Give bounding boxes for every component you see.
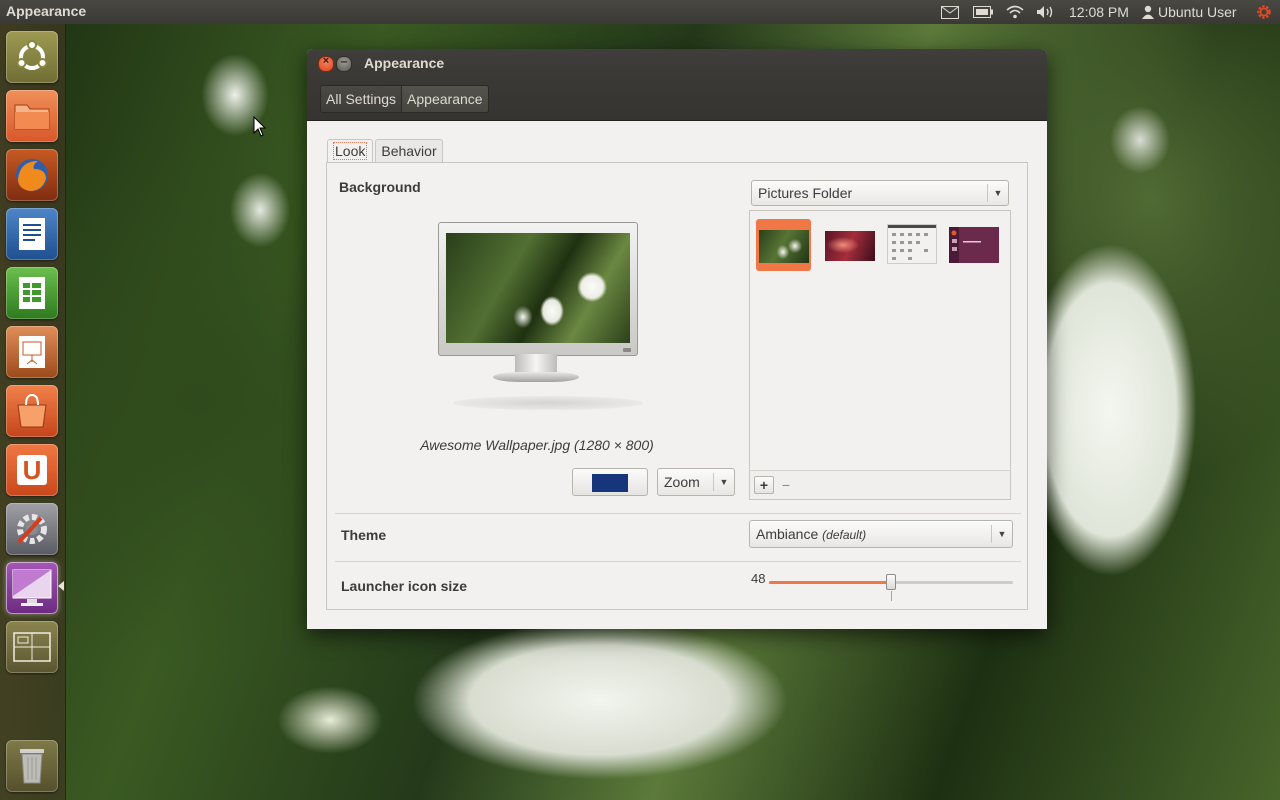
placement-value: Zoom [664,474,700,490]
theme-combo[interactable]: Ambiance (default) ▼ [749,520,1013,548]
files-icon[interactable] [6,90,58,142]
wallpaper-thumb[interactable] [881,219,937,271]
user-icon [1142,5,1154,19]
close-button[interactable]: × [318,55,334,72]
minimize-button[interactable]: – [336,54,352,72]
background-color-button[interactable] [572,468,648,496]
wallpaper-preview-monitor [438,222,638,356]
tab-behavior[interactable]: Behavior [375,139,443,162]
settings-toolbar: All Settings Appearance [307,77,1047,121]
window-titlebar[interactable]: × – Appearance [307,49,1047,77]
add-wallpaper-button[interactable]: + [754,476,774,494]
slider-handle[interactable] [886,574,896,590]
background-source-combo[interactable]: Pictures Folder ▼ [751,180,1009,206]
color-swatch [592,474,628,492]
remove-wallpaper-button[interactable]: − [776,476,796,494]
chevron-down-icon: ▼ [991,525,1012,543]
user-menu[interactable]: Ubuntu User [1142,3,1237,21]
close-icon: × [322,55,330,67]
top-panel: Appearance 12:08 PM Ubuntu User [0,0,1280,24]
wallpaper-list-toolbar: + − [750,470,1010,499]
appearance-icon[interactable] [6,562,58,614]
mouse-pointer-icon [253,116,267,137]
monitor-shadow [453,396,643,410]
chevron-down-icon: ▼ [713,473,734,491]
firefox-icon[interactable] [6,149,58,201]
wallpaper-thumb[interactable] [943,219,999,271]
session-gear-icon[interactable] [1253,3,1275,21]
background-source-value: Pictures Folder [758,185,853,201]
slider-fill [769,581,891,584]
separator [335,561,1021,562]
wallpaper-thumb-selected[interactable] [756,219,811,271]
launcher-icon-size-label: Launcher icon size [341,578,468,594]
launcher-icon-size-slider[interactable] [769,574,1013,601]
workspace-switcher-icon[interactable] [6,621,58,673]
breadcrumb: All Settings Appearance [320,85,489,113]
wallpaper-caption: Awesome Wallpaper.jpg (1280 × 800) [420,437,654,453]
clock[interactable]: 12:08 PM [1069,3,1129,21]
active-app-arrow [58,581,64,591]
ubuntu-logo-icon[interactable] [6,31,58,83]
volume-icon[interactable] [1035,3,1057,21]
impress-icon[interactable] [6,326,58,378]
launcher-icon-size-value: 48 [751,571,766,586]
wallpaper-thumb[interactable] [819,219,875,271]
wallpaper-preview [446,233,630,343]
appearance-window: × – Appearance All Settings Appearance L… [307,49,1047,629]
placement-combo[interactable]: Zoom ▼ [657,468,735,496]
minimize-icon: – [340,54,348,68]
calc-icon[interactable] [6,267,58,319]
user-name: Ubuntu User [1158,4,1237,20]
wifi-icon[interactable] [1004,3,1026,21]
monitor-led [623,348,631,352]
mail-icon[interactable] [940,3,960,21]
monitor-stand [493,354,579,390]
wallpaper-list[interactable]: + − [749,210,1011,500]
system-settings-icon[interactable] [6,503,58,555]
background-label: Background [339,179,421,195]
window-title: Appearance [364,55,445,71]
breadcrumb-appearance[interactable]: Appearance [402,86,488,112]
separator [335,513,1021,514]
chevron-down-icon: ▼ [987,184,1008,202]
look-panel: Background Pictures Folder ▼ Awesome Wal… [326,162,1028,610]
theme-value: Ambiance (default) [756,526,867,542]
trash-icon[interactable] [6,740,58,792]
breadcrumb-all-settings[interactable]: All Settings [321,86,403,112]
active-app-title: Appearance [6,3,87,19]
tab-bar: Look Behavior [327,139,445,163]
slider-tick [891,591,892,601]
tab-look[interactable]: Look [327,139,374,163]
battery-icon[interactable] [972,3,994,21]
launcher: U [0,24,66,800]
software-center-icon[interactable] [6,385,58,437]
ubuntu-one-icon[interactable]: U [6,444,58,496]
theme-label: Theme [341,527,387,543]
writer-icon[interactable] [6,208,58,260]
